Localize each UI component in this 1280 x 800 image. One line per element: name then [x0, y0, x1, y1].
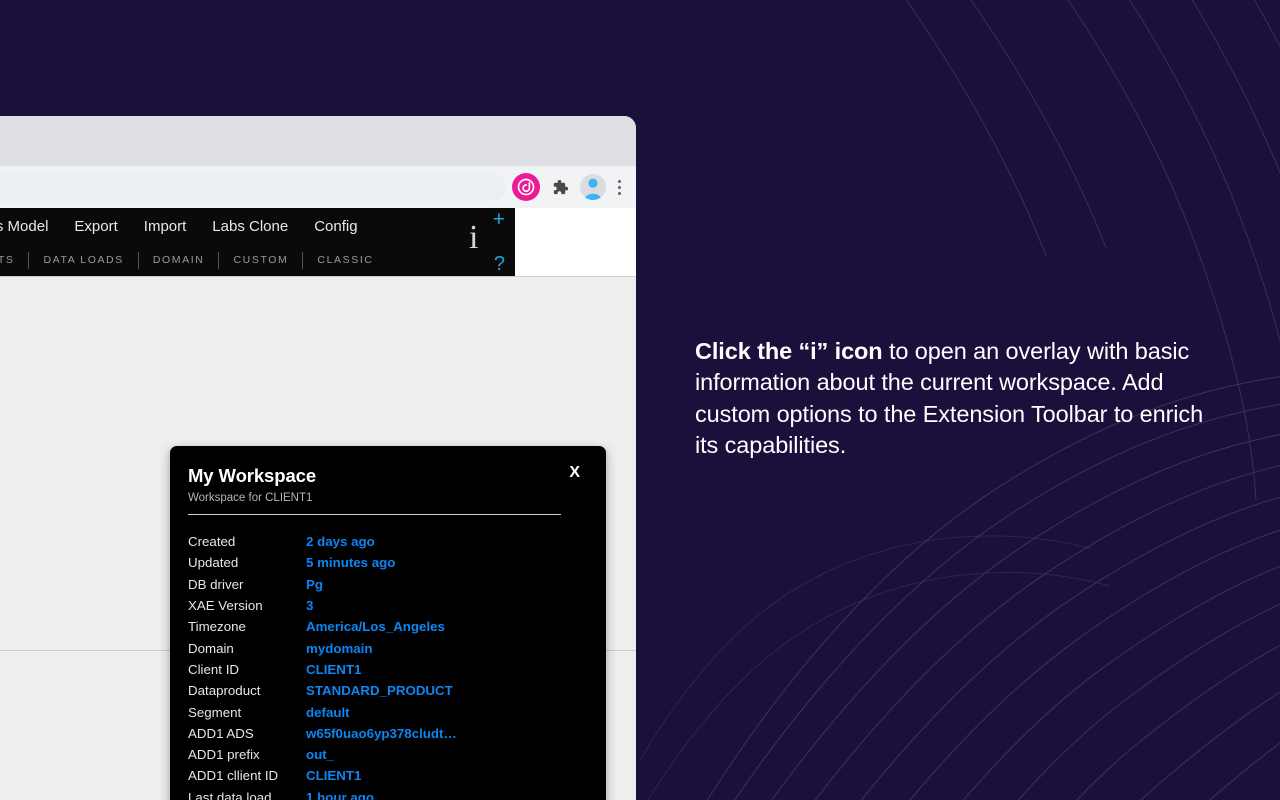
- row-value-cell: STANDARD_PRODUCT: [306, 680, 457, 701]
- subnav-item-classic[interactable]: CLASSIC: [303, 254, 387, 266]
- browser-tab-strip[interactable]: [0, 116, 636, 166]
- row-value-cell: out_: [306, 744, 457, 765]
- info-icon[interactable]: i: [469, 221, 478, 255]
- row-value: STANDARD_PRODUCT: [306, 683, 453, 699]
- row-value: 5 minutes ago: [306, 555, 396, 571]
- table-row: Updated 5 minutes ago: [188, 552, 457, 573]
- table-row: Client ID CLIENT1: [188, 659, 457, 680]
- extension-logo-glyph: [517, 178, 535, 196]
- row-value: mydomain: [306, 640, 373, 656]
- row-value-cell: America/Los_Angeles: [306, 616, 457, 637]
- table-row: Segment default: [188, 701, 457, 722]
- caption-text: Click the “i” icon to open an overlay wi…: [695, 336, 1210, 462]
- row-value: Pg: [306, 576, 323, 592]
- browser-toolbar: [0, 166, 636, 208]
- caption-panel: Click the “i” icon to open an overlay wi…: [695, 336, 1210, 462]
- row-value: America/Los_Angeles: [306, 619, 445, 635]
- table-row: Domain mydomain: [188, 637, 457, 658]
- table-row: Timezone America/Los_Angeles: [188, 616, 457, 637]
- row-label: Domain: [188, 640, 234, 656]
- kebab-dot: [617, 191, 621, 195]
- subnav-item-objects[interactable]: OBJECTS: [0, 254, 28, 266]
- row-value-cell: CLIENT1: [306, 765, 457, 786]
- row-value-cell: 5 minutes ago: [306, 552, 457, 573]
- nav-item-labs-model[interactable]: Labs Model: [0, 218, 48, 235]
- extension-toolbar: i + ?: [457, 208, 515, 276]
- row-value-cell: 3: [306, 595, 457, 616]
- row-value-cell: mydomain: [306, 637, 457, 658]
- row-value: 2 days ago: [306, 534, 375, 550]
- row-value-cell: 2 days ago: [306, 531, 457, 552]
- help-icon[interactable]: ?: [494, 254, 505, 274]
- row-value: CLIENT1: [306, 768, 362, 784]
- row-label: Dataproduct: [188, 683, 261, 699]
- profile-avatar[interactable]: [580, 174, 606, 200]
- table-row: ADD1 ADS w65f0uao6yp378cludt…: [188, 723, 457, 744]
- address-bar-input[interactable]: [0, 173, 506, 201]
- row-label: ADD1 prefix: [188, 747, 260, 763]
- nav-item-config[interactable]: Config: [314, 218, 357, 235]
- row-value-cell: CLIENT1: [306, 659, 457, 680]
- row-label: Updated: [188, 555, 239, 571]
- table-row: DB driver Pg: [188, 574, 457, 595]
- table-row: ADD1 prefix out_: [188, 744, 457, 765]
- row-value: w65f0uao6yp378cludt…: [306, 725, 457, 741]
- table-row: ADD1 cllient ID CLIENT1: [188, 765, 457, 786]
- overlay-header: My Workspace X: [188, 465, 584, 487]
- subnav-item-data-loads[interactable]: DATA LOADS: [29, 254, 137, 266]
- workspace-info-table: Created 2 days ago Updated 5 minutes ago DB …: [188, 531, 457, 800]
- kebab-dot: [617, 185, 621, 189]
- app-content-area: My Workspace X Workspace for CLIENT1 Cre…: [0, 277, 636, 800]
- nav-item-import[interactable]: Import: [144, 218, 187, 235]
- overlay-title: My Workspace: [188, 465, 317, 486]
- row-value-cell: default: [306, 701, 457, 722]
- app-nav-sub-items: TA OBJECTS DATA LOADS DOMAIN CUSTOM CLAS…: [0, 244, 515, 276]
- row-label: Client ID: [188, 661, 239, 677]
- kebab-dot: [617, 179, 621, 183]
- add-option-icon[interactable]: +: [493, 209, 505, 230]
- extension-logo-icon[interactable]: [512, 173, 540, 201]
- puzzle-icon[interactable]: [544, 172, 574, 202]
- browser-window: Model Labs Model Export Import Labs Clon…: [0, 116, 636, 800]
- row-value-cell: Pg: [306, 574, 457, 595]
- row-label: Timezone: [188, 619, 246, 635]
- table-row: Dataproduct STANDARD_PRODUCT: [188, 680, 457, 701]
- row-label: ADD1 cllient ID: [188, 768, 279, 784]
- row-value: 3: [306, 598, 314, 614]
- subnav-item-custom[interactable]: CUSTOM: [219, 254, 302, 266]
- nav-item-labs-clone[interactable]: Labs Clone: [212, 218, 288, 235]
- row-label: Segment: [188, 704, 242, 720]
- row-label: XAE Version: [188, 598, 263, 614]
- table-row: Created 2 days ago: [188, 531, 457, 552]
- workspace-info-overlay: My Workspace X Workspace for CLIENT1 Cre…: [170, 446, 606, 800]
- row-label: Last data load: [188, 789, 272, 800]
- row-label: ADD1 ADS: [188, 725, 254, 741]
- puzzle-glyph: [553, 179, 568, 194]
- app-navbar: Model Labs Model Export Import Labs Clon…: [0, 208, 515, 276]
- row-label: Created: [188, 534, 236, 550]
- row-value: default: [306, 704, 350, 720]
- row-value-cell: 1 hour ago: [306, 787, 457, 800]
- close-icon[interactable]: X: [569, 465, 580, 481]
- overlay-divider: [188, 514, 561, 515]
- table-row: XAE Version 3: [188, 595, 457, 616]
- row-value: 1 hour ago: [306, 789, 374, 800]
- row-value: out_: [306, 747, 335, 763]
- nav-item-export[interactable]: Export: [74, 218, 117, 235]
- row-value: CLIENT1: [306, 661, 362, 677]
- app-nav-main-items: Model Labs Model Export Import Labs Clon…: [0, 208, 515, 244]
- row-label: DB driver: [188, 576, 244, 592]
- avatar-glyph: [584, 178, 602, 200]
- table-row: Last data load 1 hour ago: [188, 787, 457, 800]
- overlay-subtitle: Workspace for CLIENT1: [188, 492, 313, 504]
- kebab-menu-icon[interactable]: [608, 172, 630, 202]
- subnav-item-domain[interactable]: DOMAIN: [139, 254, 219, 266]
- caption-bold-lead: Click the “i” icon: [695, 338, 883, 364]
- row-value-cell: w65f0uao6yp378cludt…: [306, 723, 457, 744]
